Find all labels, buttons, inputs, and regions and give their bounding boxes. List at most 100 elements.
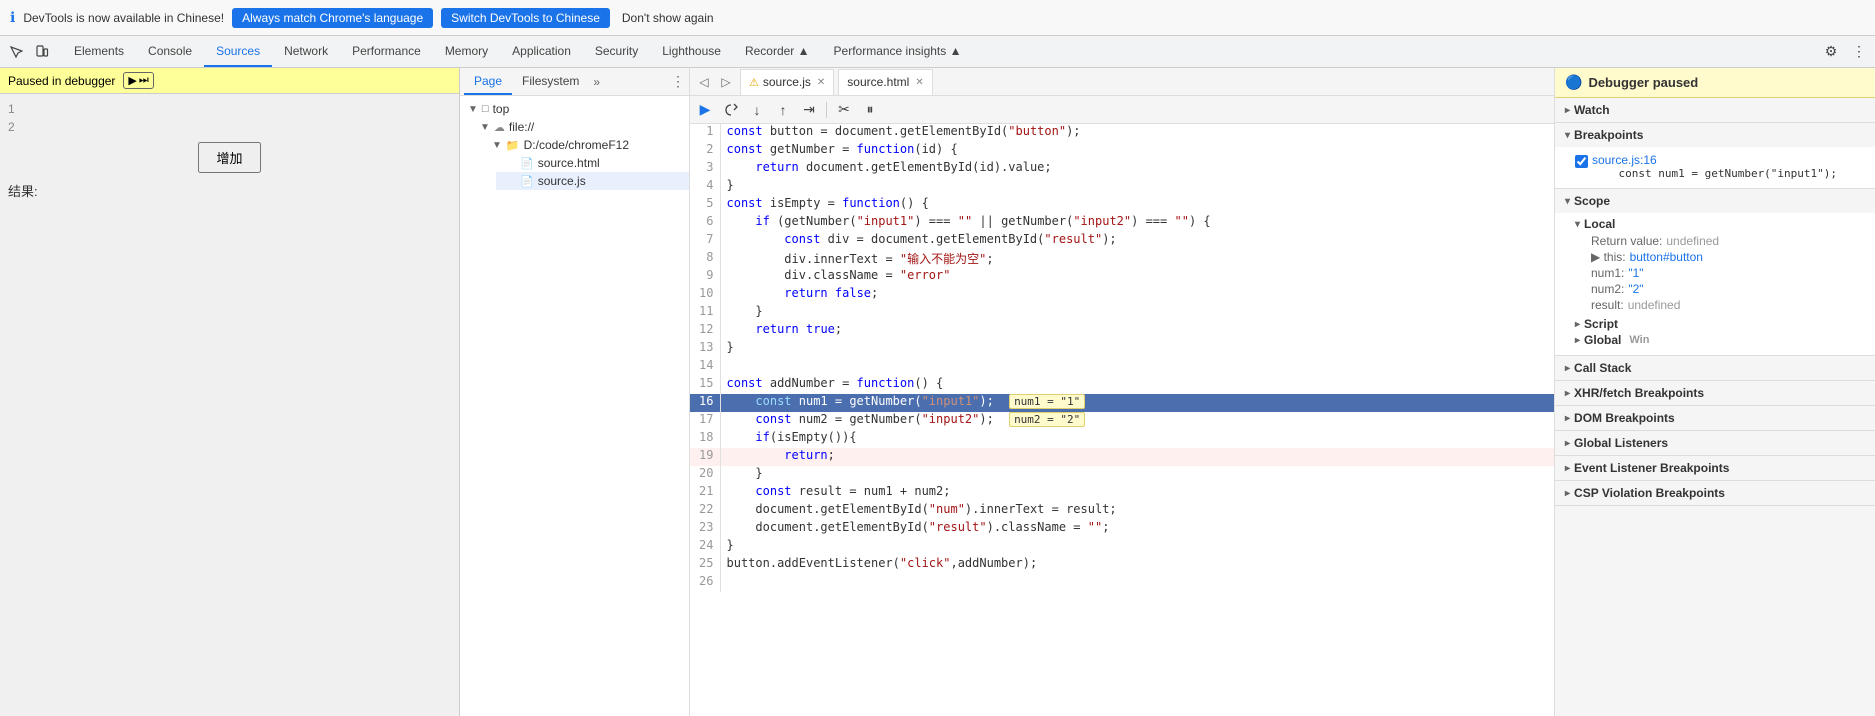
section-bp-header[interactable]: Breakpoints (1555, 123, 1875, 147)
device-toolbar-button[interactable] (30, 40, 54, 64)
close-source-html-btn[interactable]: ✕ (915, 77, 923, 88)
page-tab-filesystem[interactable]: Filesystem (512, 68, 589, 95)
section-csp-header[interactable]: CSP Violation Breakpoints (1555, 481, 1875, 505)
code-line-22[interactable]: 22 document.getElementById("num").innerT… (690, 502, 1554, 520)
js-file-icon: 📄 (520, 175, 534, 188)
tree-item-folder[interactable]: ▼ 📁 D:/code/chromeF12 (484, 136, 689, 154)
section-xhr: XHR/fetch Breakpoints (1555, 381, 1875, 406)
tab-application[interactable]: Application (500, 36, 583, 67)
step-out-button[interactable]: ↑ (772, 99, 794, 121)
code-line-17[interactable]: 17 const num2 = getNumber("input2"); num… (690, 412, 1554, 430)
step-into-button[interactable]: ↓ (746, 99, 768, 121)
code-line-18[interactable]: 18 if(isEmpty()){ (690, 430, 1554, 448)
tree-item-source-js[interactable]: 📄 source.js (496, 172, 689, 190)
breakpoint-info: source.js:16 const num1 = getNumber("inp… (1592, 153, 1837, 180)
el-arrow (1565, 463, 1570, 474)
section-el-header[interactable]: Event Listener Breakpoints (1555, 456, 1875, 480)
line-content-22: document.getElementById("num").innerText… (720, 502, 1554, 520)
close-source-js-btn[interactable]: ✕ (817, 77, 825, 88)
code-line-12[interactable]: 12 return true; (690, 322, 1554, 340)
section-scope-header[interactable]: Scope (1555, 189, 1875, 213)
add-button[interactable]: 增加 (198, 142, 260, 173)
code-line-7[interactable]: 7 const div = document.getElementById("r… (690, 232, 1554, 250)
section-dom-label: DOM Breakpoints (1574, 411, 1675, 425)
code-line-9[interactable]: 9 div.className = "error" (690, 268, 1554, 286)
code-line-8[interactable]: 8 div.innerText = "输入不能为空"; (690, 250, 1554, 268)
match-language-button[interactable]: Always match Chrome's language (232, 8, 433, 28)
bp-location[interactable]: source.js:16 (1592, 153, 1837, 167)
tree-label-top: top (493, 102, 510, 116)
code-line-25[interactable]: 25button.addEventListener("click",addNum… (690, 556, 1554, 574)
section-dom-header[interactable]: DOM Breakpoints (1555, 406, 1875, 430)
scope-local-label[interactable]: Local (1575, 217, 1865, 231)
tab-console[interactable]: Console (136, 36, 204, 67)
line-content-5: const isEmpty = function() { (720, 196, 1554, 214)
section-xhr-header[interactable]: XHR/fetch Breakpoints (1555, 381, 1875, 405)
devtools-more-button[interactable]: ⋮ (1847, 40, 1871, 64)
code-line-6[interactable]: 6 if (getNumber("input1") === "" || getN… (690, 214, 1554, 232)
line-content-18: if(isEmpty()){ (720, 430, 1554, 448)
source-tab-source-html[interactable]: source.html ✕ (838, 69, 932, 95)
code-line-23[interactable]: 23 document.getElementById("result").cla… (690, 520, 1554, 538)
inspect-element-button[interactable] (4, 40, 28, 64)
pause-exceptions-button[interactable]: ⏸ (859, 99, 881, 121)
line-number-19: 19 (690, 448, 720, 466)
sources-nav-fwd[interactable]: ▷ (716, 72, 736, 92)
switch-chinese-button[interactable]: Switch DevTools to Chinese (441, 8, 610, 28)
code-line-16[interactable]: 16 const num1 = getNumber("input1"); num… (690, 394, 1554, 412)
breakpoint-checkbox[interactable] (1575, 155, 1588, 168)
code-line-13[interactable]: 13} (690, 340, 1554, 358)
warn-icon-js: ⚠ (749, 76, 759, 89)
section-watch-header[interactable]: Watch (1555, 98, 1875, 122)
section-gl-label: Global Listeners (1574, 436, 1668, 450)
tab-elements[interactable]: Elements (62, 36, 136, 67)
section-gl-header[interactable]: Global Listeners (1555, 431, 1875, 455)
step-over-button[interactable] (720, 99, 742, 121)
code-line-1[interactable]: 1const button = document.getElementById(… (690, 124, 1554, 142)
tab-memory[interactable]: Memory (433, 36, 500, 67)
sources-nav-back[interactable]: ◁ (694, 72, 714, 92)
code-line-26[interactable]: 26 (690, 574, 1554, 592)
deactivate-bp-button[interactable]: ✂ (833, 99, 855, 121)
scope-this-value[interactable]: button#button (1630, 250, 1703, 264)
resume-script-button[interactable]: ▶ ⏭ (123, 72, 153, 89)
code-line-15[interactable]: 15const addNumber = function() { (690, 376, 1554, 394)
tab-lighthouse[interactable]: Lighthouse (650, 36, 733, 67)
source-tab-source-js[interactable]: ⚠ source.js ✕ (740, 69, 834, 95)
step-button[interactable]: ⇥ (798, 99, 820, 121)
tree-item-source-html[interactable]: 📄 source.html (496, 154, 689, 172)
dont-show-again-link[interactable]: Don't show again (622, 11, 714, 25)
code-line-19[interactable]: 19 return; (690, 448, 1554, 466)
code-line-5[interactable]: 5const isEmpty = function() { (690, 196, 1554, 214)
code-line-3[interactable]: 3 return document.getElementById(id).val… (690, 160, 1554, 178)
code-line-11[interactable]: 11 } (690, 304, 1554, 322)
tab-network[interactable]: Network (272, 36, 340, 67)
line-content-4: } (720, 178, 1554, 196)
code-line-2[interactable]: 2const getNumber = function(id) { (690, 142, 1554, 160)
sources-panel: ◁ ▷ ⚠ source.js ✕ source.html ✕ ▶ ↓ ↑ ⇥ … (690, 68, 1555, 716)
page-tab-more[interactable]: » (589, 75, 604, 89)
code-line-21[interactable]: 21 const result = num1 + num2; (690, 484, 1554, 502)
tab-performance-insights[interactable]: Performance insights ▲ (822, 36, 974, 67)
tab-recorder[interactable]: Recorder ▲ (733, 36, 822, 67)
code-line-24[interactable]: 24} (690, 538, 1554, 556)
tab-security[interactable]: Security (583, 36, 650, 67)
code-line-4[interactable]: 4} (690, 178, 1554, 196)
tab-sources[interactable]: Sources (204, 36, 272, 67)
tree-item-top[interactable]: ▼ □ top (460, 100, 689, 118)
page-tab-page[interactable]: Page (464, 68, 512, 95)
scope-script-label[interactable]: Script (1575, 317, 1865, 331)
code-line-10[interactable]: 10 return false; (690, 286, 1554, 304)
section-callstack-label: Call Stack (1574, 361, 1631, 375)
section-callstack-header[interactable]: Call Stack (1555, 356, 1875, 380)
resume-execution-button[interactable]: ▶ (694, 99, 716, 121)
tab-performance[interactable]: Performance (340, 36, 433, 67)
code-line-20[interactable]: 20 } (690, 466, 1554, 484)
devtools-settings-button[interactable]: ⚙ (1819, 40, 1843, 64)
tree-item-file[interactable]: ▼ ☁ file:// (472, 118, 689, 136)
code-area[interactable]: 1const button = document.getElementById(… (690, 124, 1554, 716)
file-panel-menu-button[interactable]: ⋮ (671, 73, 685, 90)
code-line-14[interactable]: 14 (690, 358, 1554, 376)
scope-arrow (1565, 196, 1570, 207)
scope-global-label[interactable]: Global Win (1575, 333, 1865, 347)
